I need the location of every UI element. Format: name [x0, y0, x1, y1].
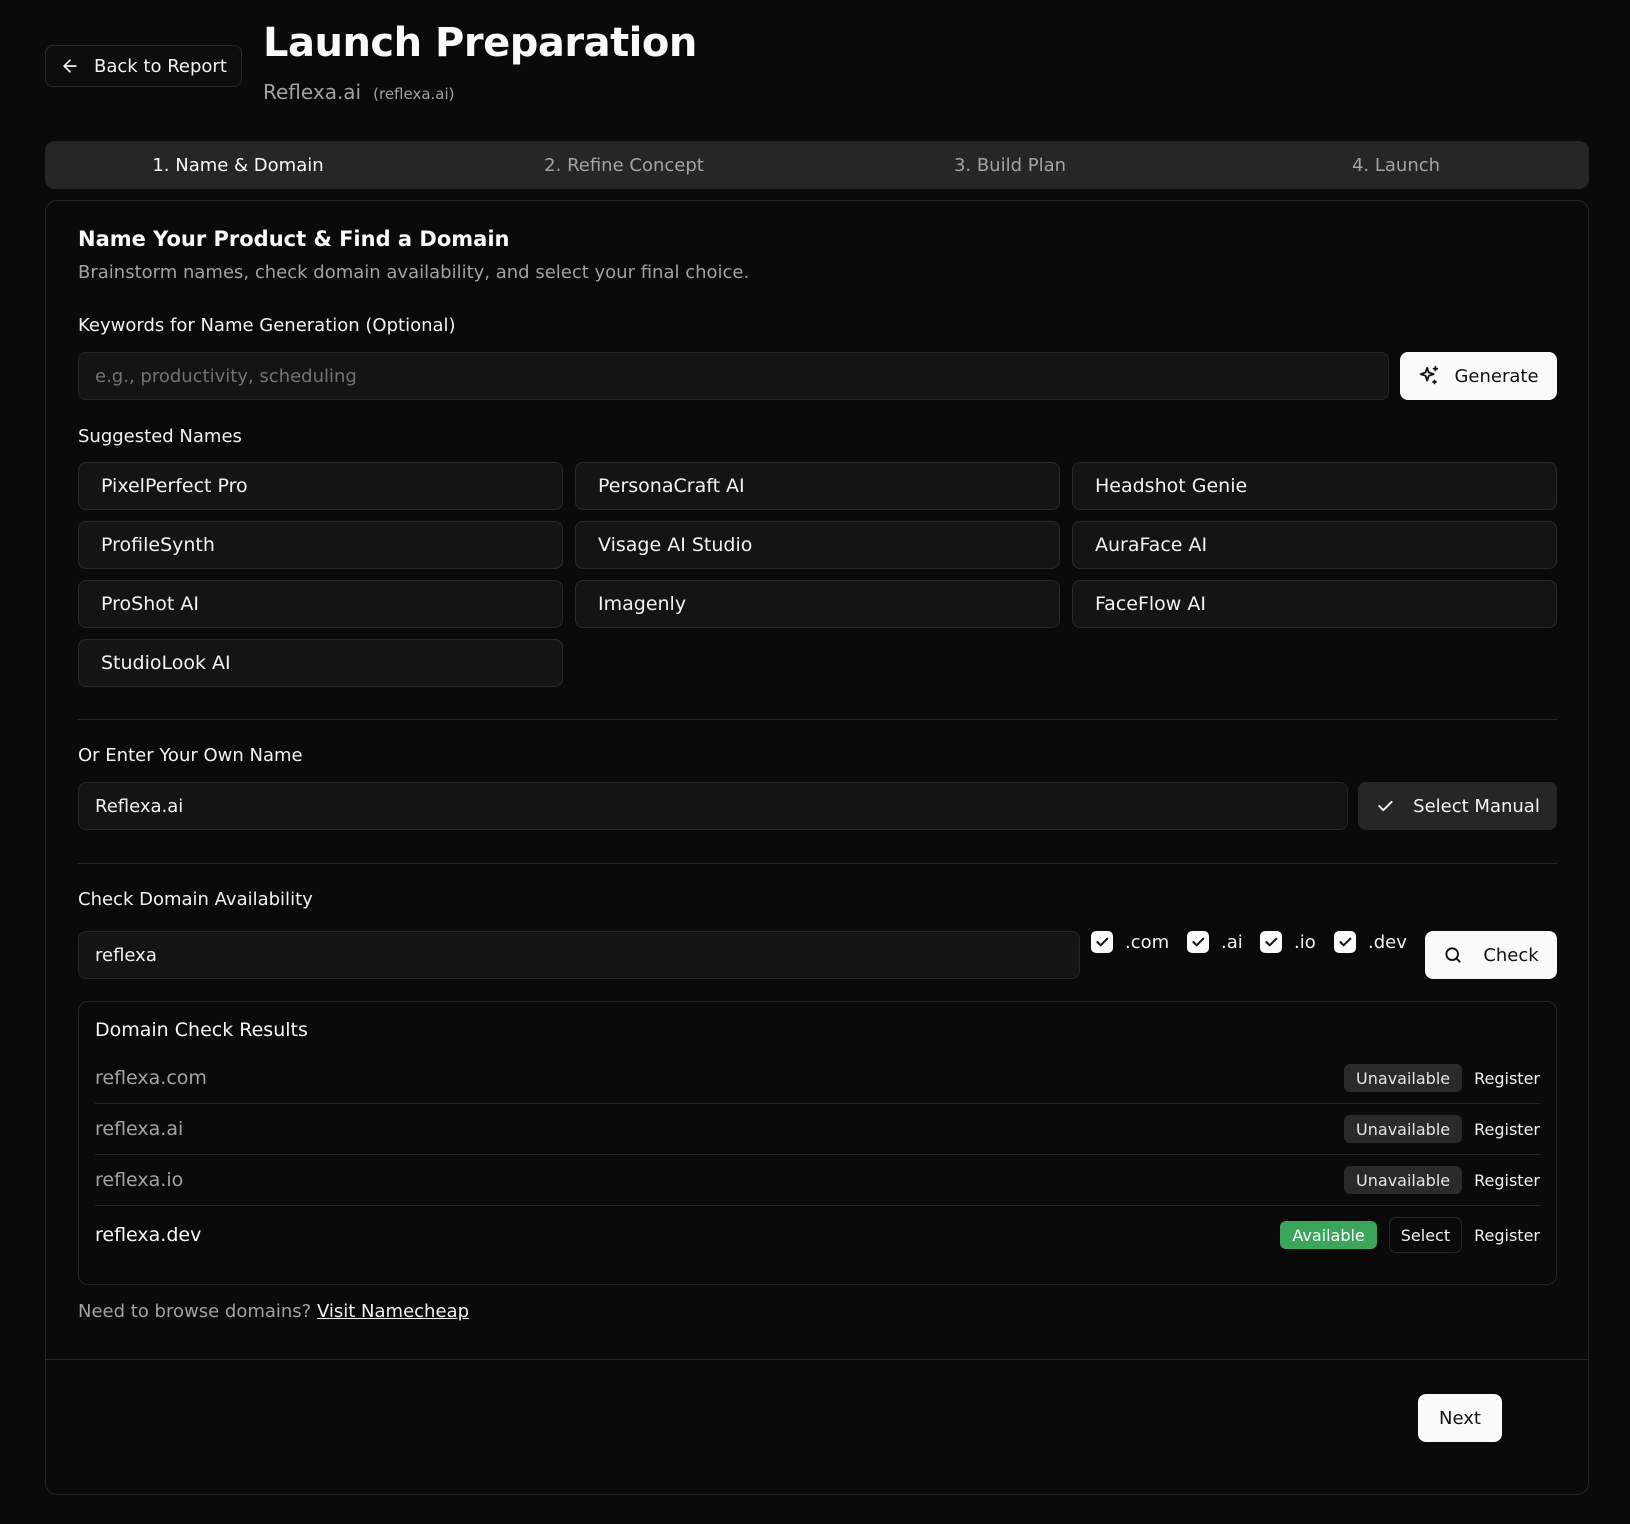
browse-domains-text: Need to browse domains? Visit Namecheap — [78, 1301, 469, 1322]
result-domain: reflexa.io — [95, 1169, 184, 1191]
domain-input[interactable] — [78, 931, 1080, 979]
tab-launch[interactable]: 4. Launch — [1203, 141, 1589, 189]
check-icon — [1265, 937, 1278, 947]
result-actions: Unavailable Register — [1344, 1166, 1540, 1194]
register-link[interactable]: Register — [1474, 1171, 1540, 1190]
name-option[interactable]: ProfileSynth — [78, 521, 563, 569]
sparkles-icon — [1420, 365, 1439, 385]
visit-namecheap-link[interactable]: Visit Namecheap — [317, 1301, 469, 1322]
tld-com-label: .com — [1125, 931, 1170, 953]
next-label: Next — [1439, 1407, 1481, 1429]
result-domain: reflexa.ai — [95, 1118, 184, 1140]
result-row-io: reflexa.io Unavailable Register — [95, 1155, 1540, 1206]
register-link[interactable]: Register — [1474, 1226, 1540, 1245]
check-button[interactable]: Check — [1425, 931, 1557, 979]
tld-io-option[interactable]: .io — [1260, 931, 1316, 953]
name-option[interactable]: AuraFace AI — [1072, 521, 1557, 569]
keywords-label: Keywords for Name Generation (Optional) — [78, 315, 456, 336]
divider — [78, 863, 1557, 864]
back-label: Back to Report — [94, 55, 227, 77]
tld-dev-option[interactable]: .dev — [1334, 931, 1407, 953]
page-subtitle: Reflexa.ai (reflexa.ai) — [263, 80, 455, 104]
product-domain: (reflexa.ai) — [373, 85, 455, 103]
results-title: Domain Check Results — [95, 1019, 308, 1041]
tld-ai-label: .ai — [1221, 931, 1243, 953]
keywords-input[interactable] — [78, 352, 1389, 400]
register-link[interactable]: Register — [1474, 1069, 1540, 1088]
name-option[interactable]: FaceFlow AI — [1072, 580, 1557, 628]
page-title: Launch Preparation — [263, 20, 697, 66]
next-button[interactable]: Next — [1418, 1394, 1502, 1442]
tld-com-checkbox[interactable] — [1091, 931, 1113, 953]
result-domain: reflexa.dev — [95, 1224, 202, 1246]
tld-ai-option[interactable]: .ai — [1187, 931, 1243, 953]
tld-dev-label: .dev — [1368, 931, 1407, 953]
own-name-label: Or Enter Your Own Name — [78, 745, 303, 766]
tld-com-option[interactable]: .com — [1091, 931, 1169, 953]
check-icon — [1339, 937, 1352, 947]
result-row-ai: reflexa.ai Unavailable Register — [95, 1104, 1540, 1155]
name-option[interactable]: Visage AI Studio — [575, 521, 1060, 569]
register-link[interactable]: Register — [1474, 1120, 1540, 1139]
status-badge: Unavailable — [1344, 1166, 1463, 1194]
tab-refine-concept[interactable]: 2. Refine Concept — [431, 141, 817, 189]
result-actions: Unavailable Register — [1344, 1115, 1540, 1143]
name-option[interactable]: StudioLook AI — [78, 639, 563, 687]
tld-io-label: .io — [1294, 931, 1316, 953]
domain-check-label: Check Domain Availability — [78, 889, 313, 910]
result-row-dev: reflexa.dev Available Select Register — [95, 1207, 1540, 1263]
tld-dev-checkbox[interactable] — [1334, 931, 1356, 953]
divider — [78, 719, 1557, 720]
back-to-report-button[interactable]: Back to Report — [45, 45, 242, 87]
result-actions: Unavailable Register — [1344, 1064, 1540, 1092]
tab-name-domain[interactable]: 1. Name & Domain — [45, 141, 431, 189]
name-option[interactable]: PixelPerfect Pro — [78, 462, 563, 510]
name-option[interactable]: Headshot Genie — [1072, 462, 1557, 510]
tld-io-checkbox[interactable] — [1260, 931, 1282, 953]
check-icon — [1192, 937, 1205, 947]
generate-label: Generate — [1454, 365, 1539, 387]
check-icon — [1096, 937, 1109, 947]
tld-ai-checkbox[interactable] — [1187, 931, 1209, 953]
page: Back to Report Launch Preparation Reflex… — [0, 0, 1630, 1524]
result-row-com: reflexa.com Unavailable Register — [95, 1053, 1540, 1104]
status-badge: Unavailable — [1344, 1064, 1463, 1092]
check-label: Check — [1483, 944, 1539, 966]
search-icon — [1445, 947, 1461, 963]
section-title: Name Your Product & Find a Domain — [78, 227, 510, 251]
select-manual-label: Select Manual — [1413, 795, 1540, 817]
name-option[interactable]: PersonaCraft AI — [575, 462, 1060, 510]
section-description: Brainstorm names, check domain availabil… — [78, 262, 750, 283]
select-manual-button[interactable]: Select Manual — [1358, 782, 1557, 830]
check-icon — [1378, 800, 1393, 812]
name-option[interactable]: ProShot AI — [78, 580, 563, 628]
result-domain: reflexa.com — [95, 1067, 207, 1089]
domain-results-panel: Domain Check Results reflexa.com Unavail… — [78, 1001, 1557, 1285]
suggested-names-grid: PixelPerfect Pro PersonaCraft AI Headsho… — [78, 462, 1557, 687]
browse-prompt: Need to browse domains? — [78, 1301, 312, 1322]
arrow-left-icon — [63, 59, 77, 73]
select-domain-button[interactable]: Select — [1388, 1217, 1463, 1253]
name-option[interactable]: Imagenly — [575, 580, 1060, 628]
own-name-input[interactable] — [78, 782, 1348, 830]
footer-divider — [46, 1359, 1588, 1360]
suggested-names-label: Suggested Names — [78, 426, 242, 447]
product-name: Reflexa.ai — [263, 80, 362, 104]
name-domain-card: Name Your Product & Find a Domain Brains… — [45, 200, 1589, 1495]
tab-build-plan[interactable]: 3. Build Plan — [817, 141, 1203, 189]
result-actions: Available Select Register — [1280, 1217, 1540, 1253]
step-tabs: 1. Name & Domain 2. Refine Concept 3. Bu… — [45, 141, 1589, 189]
generate-button[interactable]: Generate — [1400, 352, 1557, 400]
status-badge: Available — [1280, 1221, 1377, 1249]
status-badge: Unavailable — [1344, 1115, 1463, 1143]
